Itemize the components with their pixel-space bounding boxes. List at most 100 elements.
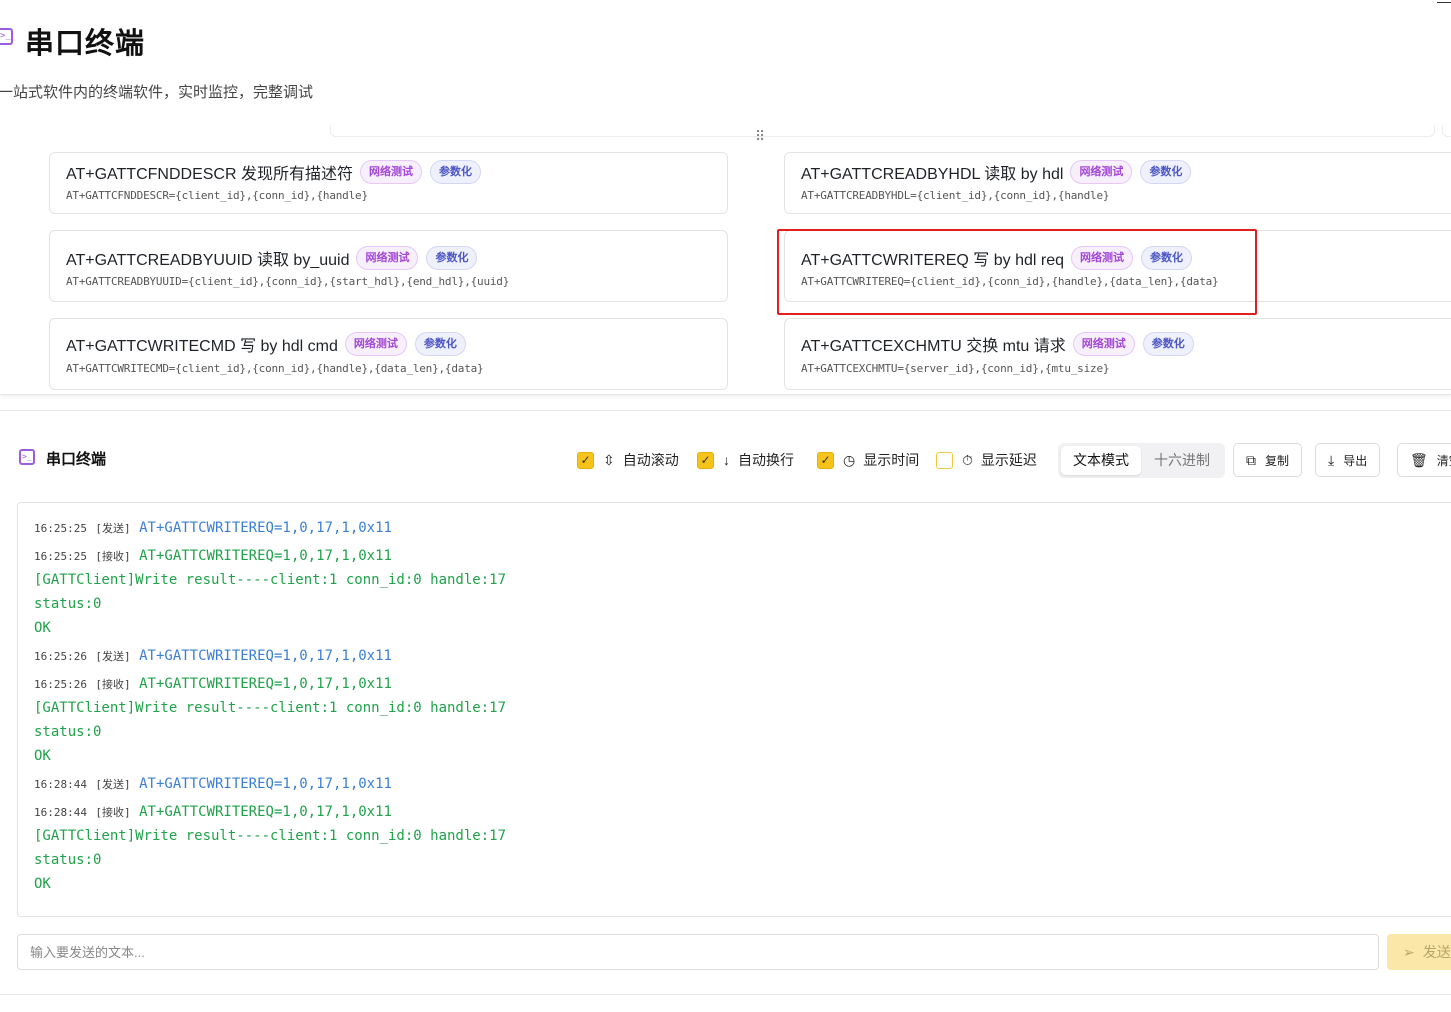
tag-parameterized: 参数化 bbox=[414, 332, 466, 356]
display-mode-toggle: 文本模式 十六进制 bbox=[1058, 443, 1225, 478]
option-label: 自动滚动 bbox=[622, 452, 679, 468]
line-text: AT+GATTCWRITEREQ=1,0,17,1,0x11 bbox=[139, 648, 392, 664]
checkbox-checked-icon[interactable]: ✓ bbox=[697, 451, 714, 469]
option-label: 显示时间 bbox=[863, 452, 920, 468]
option-auto-scroll[interactable]: ✓ ⇳ 自动滚动 bbox=[577, 450, 679, 470]
checkbox-checked-icon[interactable]: ✓ bbox=[577, 451, 594, 469]
tag-parameterized: 参数化 bbox=[429, 160, 481, 184]
card-edge-decoration bbox=[330, 125, 1435, 137]
annotation-highlight-box bbox=[777, 229, 1257, 315]
line-text: status:0 bbox=[34, 852, 102, 868]
command-template: AT+GATTCREADBYUUID={client_id},{conn_id}… bbox=[66, 275, 510, 288]
line-text: AT+GATTCWRITEREQ=1,0,17,1,0x11 bbox=[139, 676, 392, 692]
terminal-line: status:0 bbox=[34, 852, 101, 868]
command-template: AT+GATTCEXCHMTU={server_id},{conn_id},{m… bbox=[801, 362, 1110, 375]
terminal-line: status:0 bbox=[34, 724, 101, 740]
mode-hex-button[interactable]: 十六进制 bbox=[1142, 446, 1222, 475]
option-show-time[interactable]: ✓ ◷ 显示时间 bbox=[817, 450, 919, 470]
clear-button[interactable]: 🗑 清空 bbox=[1397, 443, 1451, 477]
send-button[interactable]: ➢ 发送 bbox=[1387, 934, 1451, 970]
export-button[interactable]: ⤓ 导出 bbox=[1315, 443, 1381, 477]
command-title: AT+GATTCWRITECMD 写 by hdl cmd bbox=[66, 338, 338, 355]
tag-parameterized: 参数化 bbox=[426, 246, 478, 270]
line-direction: [接收] bbox=[95, 806, 131, 819]
terminal-line: 16:25:25 [接收] AT+GATTCWRITEREQ=1,0,17,1,… bbox=[34, 548, 392, 564]
option-auto-wrap[interactable]: ✓ ↓ 自动换行 bbox=[697, 450, 794, 470]
command-card[interactable]: AT+GATTCREADBYHDL 读取 by hdl 网络测试 参数化 AT+… bbox=[784, 152, 1451, 214]
option-label: 显示延迟 bbox=[980, 452, 1037, 468]
command-template: AT+GATTCWRITECMD={client_id},{conn_id},{… bbox=[66, 362, 484, 375]
option-show-delay[interactable]: ⏱ 显示延迟 bbox=[936, 450, 1037, 470]
line-text: AT+GATTCWRITEREQ=1,0,17,1,0x11 bbox=[139, 804, 392, 820]
command-title: AT+GATTCEXCHMTU 交换 mtu 请求 bbox=[801, 338, 1066, 355]
line-text: AT+GATTCWRITEREQ=1,0,17,1,0x11 bbox=[139, 548, 392, 564]
line-timestamp: 16:25:25 bbox=[34, 522, 87, 535]
command-card[interactable]: AT+GATTCFNDDESCR 发现所有描述符 网络测试 参数化 AT+GAT… bbox=[49, 152, 728, 214]
card-edge-decoration bbox=[1442, 125, 1451, 137]
line-text: OK bbox=[34, 620, 51, 636]
line-timestamp: 16:25:25 bbox=[34, 550, 87, 563]
send-icon: ➢ bbox=[1403, 943, 1415, 960]
line-text: OK bbox=[34, 748, 51, 764]
terminal-line: [GATTClient]Write result----client:1 con… bbox=[34, 828, 506, 844]
line-direction: [发送] bbox=[95, 778, 131, 791]
tag-network-test: 网络测试 bbox=[1070, 160, 1133, 184]
line-text: [GATTClient]Write result----client:1 con… bbox=[34, 700, 507, 716]
terminal-line: status:0 bbox=[34, 596, 101, 612]
line-direction: [接收] bbox=[95, 550, 131, 563]
tag-network-test: 网络测试 bbox=[356, 246, 419, 270]
line-text: status:0 bbox=[34, 596, 102, 612]
line-text: [GATTClient]Write result----client:1 con… bbox=[34, 828, 507, 844]
command-title: AT+GATTCREADBYUUID 读取 by_uuid bbox=[66, 252, 350, 269]
command-card[interactable]: AT+GATTCEXCHMTU 交换 mtu 请求 网络测试 参数化 AT+GA… bbox=[784, 318, 1451, 390]
copy-label: 复制 bbox=[1265, 453, 1290, 468]
terminal-line: OK bbox=[34, 876, 51, 892]
line-text: AT+GATTCWRITEREQ=1,0,17,1,0x11 bbox=[139, 776, 392, 792]
terminal-icon: >_ bbox=[19, 449, 35, 465]
tag-network-test: 网络测试 bbox=[1072, 332, 1135, 356]
checkbox-unchecked-icon[interactable] bbox=[936, 451, 953, 469]
app-root: >_ 串口终端 一站式软件内的终端软件，实时监控，完整调试 AT+GATTCFN… bbox=[0, 0, 1451, 1012]
command-card[interactable]: AT+GATTCWRITECMD 写 by hdl cmd 网络测试 参数化 A… bbox=[49, 318, 728, 390]
page-title: 串口终端 bbox=[25, 28, 146, 60]
terminal-output[interactable]: 16:25:25 [发送] AT+GATTCWRITEREQ=1,0,17,1,… bbox=[17, 502, 1451, 917]
checkbox-checked-icon[interactable]: ✓ bbox=[817, 451, 834, 469]
command-template: AT+GATTCFNDDESCR={client_id},{conn_id},{… bbox=[66, 189, 368, 202]
export-label: 导出 bbox=[1343, 453, 1368, 468]
clear-label: 清空 bbox=[1436, 453, 1451, 468]
terminal-line: OK bbox=[34, 748, 51, 764]
terminal-line: 16:25:26 [发送] AT+GATTCWRITEREQ=1,0,17,1,… bbox=[34, 648, 392, 664]
line-text: [GATTClient]Write result----client:1 con… bbox=[34, 572, 507, 588]
line-direction: [发送] bbox=[95, 522, 131, 535]
line-timestamp: 16:28:44 bbox=[34, 778, 87, 791]
copy-button[interactable]: ⧉ 复制 bbox=[1233, 443, 1303, 477]
terminal-line: 16:25:26 [接收] AT+GATTCWRITEREQ=1,0,17,1,… bbox=[34, 676, 392, 692]
line-direction: [发送] bbox=[95, 650, 131, 663]
line-text: status:0 bbox=[34, 724, 102, 740]
terminal-line: OK bbox=[34, 620, 51, 636]
download-icon: ⤓ bbox=[1328, 451, 1335, 468]
send-text-input[interactable] bbox=[17, 934, 1379, 970]
terminal-line: [GATTClient]Write result----client:1 con… bbox=[34, 572, 506, 588]
terminal-icon: >_ bbox=[0, 28, 13, 45]
line-text: AT+GATTCWRITEREQ=1,0,17,1,0x11 bbox=[139, 520, 392, 536]
command-title: AT+GATTCFNDDESCR 发现所有描述符 bbox=[66, 166, 353, 183]
terminal-line: [GATTClient]Write result----client:1 con… bbox=[34, 700, 506, 716]
terminal-line: 16:25:25 [发送] AT+GATTCWRITEREQ=1,0,17,1,… bbox=[34, 520, 392, 536]
drag-handle-icon[interactable]: ⠿ bbox=[755, 129, 765, 143]
clock-icon: ◷ bbox=[843, 451, 856, 468]
command-title: AT+GATTCREADBYHDL 读取 by hdl bbox=[801, 166, 1064, 183]
tag-parameterized: 参数化 bbox=[1142, 332, 1194, 356]
page-subtitle: 一站式软件内的终端软件，实时监控，完整调试 bbox=[0, 84, 314, 101]
window-minimize-mark[interactable] bbox=[1437, 2, 1451, 3]
terminal-title: 串口终端 bbox=[46, 451, 107, 468]
terminal-line: 16:28:44 [接收] AT+GATTCWRITEREQ=1,0,17,1,… bbox=[34, 804, 392, 820]
section-divider bbox=[0, 410, 1451, 411]
option-label: 自动换行 bbox=[738, 452, 794, 468]
line-text: OK bbox=[34, 876, 51, 892]
command-card[interactable]: AT+GATTCREADBYUUID 读取 by_uuid 网络测试 参数化 A… bbox=[49, 230, 728, 302]
tag-network-test: 网络测试 bbox=[344, 332, 407, 356]
tag-parameterized: 参数化 bbox=[1140, 160, 1192, 184]
line-timestamp: 16:25:26 bbox=[34, 650, 87, 663]
mode-text-button[interactable]: 文本模式 bbox=[1061, 446, 1141, 475]
